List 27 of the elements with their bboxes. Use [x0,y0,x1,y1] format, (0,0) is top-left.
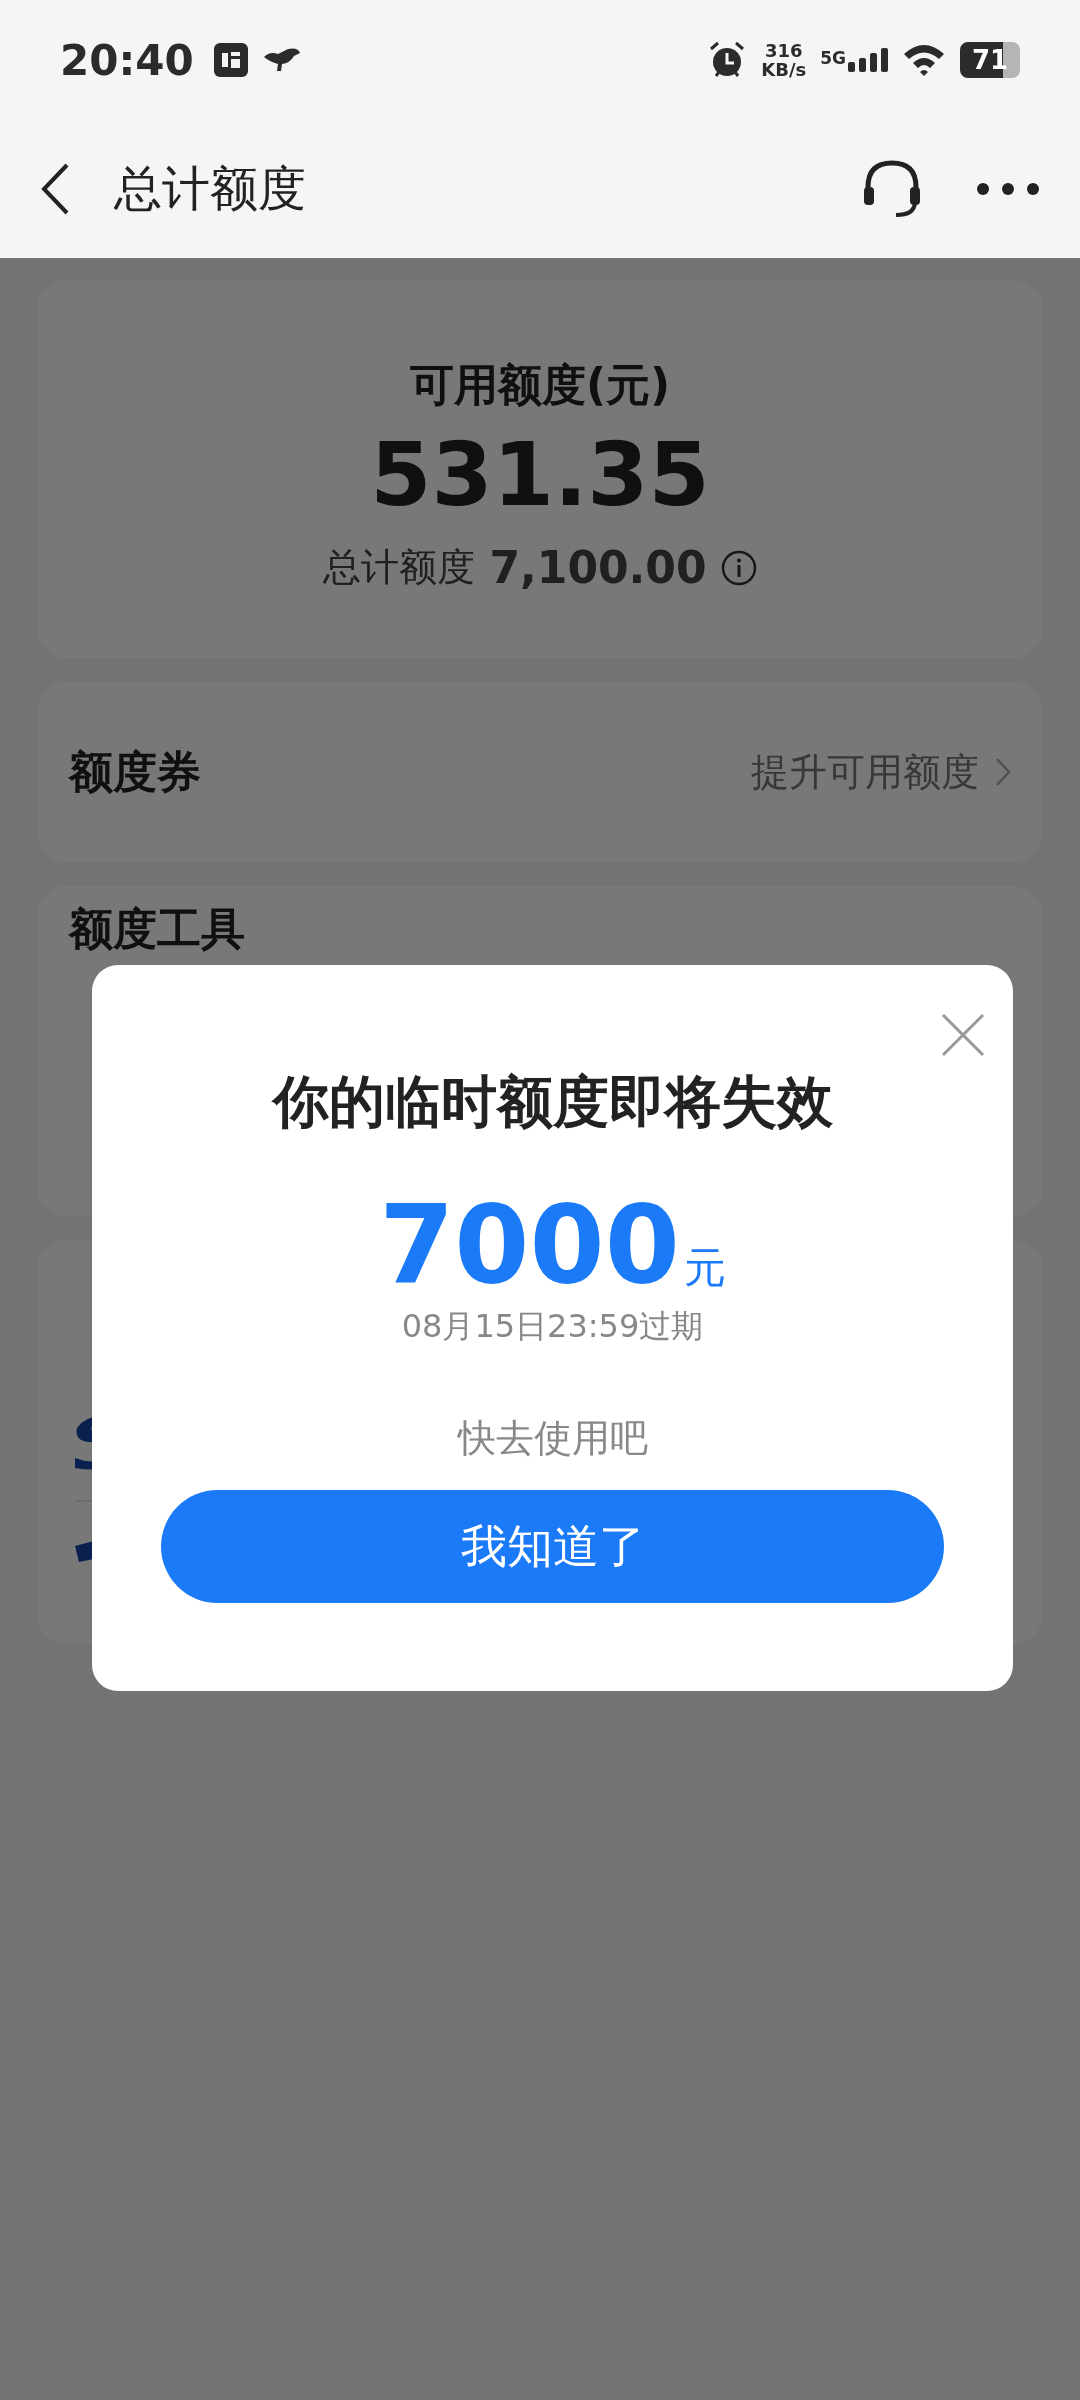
coupon-title: 额度券 [69,744,201,799]
network-type: 5G [820,48,846,68]
coupon-card[interactable]: 额度券 提升可用额度 [37,682,1043,862]
info-icon[interactable] [720,549,757,586]
more-icon[interactable] [976,182,1040,196]
credit-amount: 7000 [379,1191,680,1299]
currency-unit: 元 [683,1242,726,1294]
confirm-button[interactable]: 我知道了 [161,1490,944,1603]
coupon-action: 提升可用额度 [751,748,979,796]
app-icon [213,43,248,77]
speed-unit: KB/s [761,60,807,79]
available-label: 可用额度(元) [409,358,671,412]
tools-title: 额度工具 [69,903,245,954]
close-icon[interactable] [941,1013,985,1057]
back-icon[interactable] [40,162,70,216]
total-amount: 7,100.00 [489,542,707,593]
signal-icon [848,48,888,72]
total-label: 总计额度 [323,544,476,591]
expiry-date: 08月15日23:59过期 [401,1306,704,1347]
available-amount: 531.35 [370,423,710,526]
page-title: 总计额度 [114,159,307,218]
chevron-icon [995,757,1011,787]
status-time: 20:40 [60,35,194,85]
wifi-icon [902,42,946,78]
network-speed: 316 [764,41,803,60]
dialog-title: 你的临时额度即将失效 [272,1068,833,1136]
dialog-hint: 快去使用吧 [457,1415,648,1462]
